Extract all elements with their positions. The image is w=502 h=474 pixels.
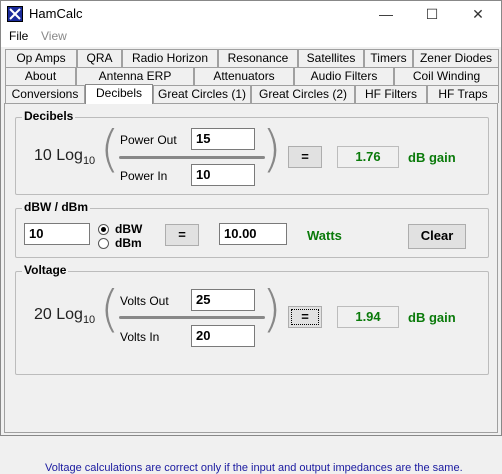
- tab-zener-diodes[interactable]: Zener Diodes: [413, 49, 499, 67]
- voltage-group-title: Voltage: [22, 263, 69, 277]
- power-in-label: Power In: [120, 169, 168, 183]
- voltage-group: Voltage 20 Log10 ( Volts Out 25 Volts In…: [15, 263, 489, 375]
- tab-about[interactable]: About: [5, 67, 76, 85]
- power-out-label: Power Out: [120, 133, 177, 147]
- voltage-open-paren: (: [100, 280, 120, 338]
- watts-label: Watts: [307, 228, 342, 243]
- dbw-group-title: dBW / dBm: [22, 200, 90, 214]
- tab-hf-traps[interactable]: HF Traps: [427, 85, 499, 103]
- minimize-button[interactable]: —: [363, 1, 409, 27]
- tab-qra[interactable]: QRA: [77, 49, 122, 67]
- tab-coil-winding[interactable]: Coil Winding: [394, 67, 499, 85]
- menu-file[interactable]: File: [9, 29, 28, 43]
- maximize-button[interactable]: ☐: [409, 1, 455, 27]
- voltage-close-paren: ): [262, 280, 282, 338]
- voltage-result: 1.94: [337, 306, 399, 328]
- tab-great-circles-2[interactable]: Great Circles (2): [251, 85, 355, 103]
- volts-in-label: Volts In: [120, 330, 160, 344]
- decibels-unit: dB gain: [408, 150, 456, 165]
- decibels-group: Decibels 10 Log10 ( Power Out 15 Power I…: [15, 109, 489, 195]
- formula-prefix: 10 Log: [34, 147, 83, 164]
- tab-decibels[interactable]: Decibels: [85, 84, 153, 104]
- volts-out-input[interactable]: 25: [191, 289, 255, 311]
- watts-input[interactable]: 10.00: [219, 223, 287, 245]
- tab-attenuators[interactable]: Attenuators: [194, 67, 294, 85]
- tab-great-circles-1[interactable]: Great Circles (1): [153, 85, 251, 103]
- voltage-equals-button[interactable]: =: [288, 306, 322, 328]
- tab-satellites[interactable]: Satellites: [298, 49, 364, 67]
- voltage-formula-subscript: 10: [82, 314, 96, 327]
- tab-radio-horizon[interactable]: Radio Horizon: [122, 49, 218, 67]
- window-title: HamCalc: [29, 6, 83, 21]
- voltage-formula-prefix: 20 Log: [34, 306, 83, 323]
- clear-button[interactable]: Clear: [408, 224, 466, 249]
- close-button[interactable]: ✕: [455, 1, 501, 27]
- formula-subscript: 10: [82, 155, 96, 168]
- tab-resonance[interactable]: Resonance: [218, 49, 298, 67]
- close-paren: ): [262, 120, 282, 178]
- menu-bar: File View: [1, 27, 501, 47]
- voltage-fraction-bar: [119, 316, 265, 319]
- voltage-unit: dB gain: [408, 310, 456, 325]
- tab-conversions[interactable]: Conversions: [5, 85, 85, 103]
- power-in-input[interactable]: 10: [191, 164, 255, 186]
- decibels-result: 1.76: [337, 146, 399, 168]
- power-out-input[interactable]: 15: [191, 128, 255, 150]
- dbw-radio-label: dBW: [115, 222, 143, 236]
- volts-out-label: Volts Out: [120, 294, 169, 308]
- tab-op-amps[interactable]: Op Amps: [5, 49, 77, 67]
- dbw-group: dBW / dBm 10 dBW dBm = 10.00 Watts Clear: [15, 200, 489, 258]
- open-paren: (: [100, 120, 120, 178]
- voltage-formula: 20 Log10: [34, 306, 95, 326]
- app-window: HamCalc — ☐ ✕ File View Op Amps QRA Radi…: [0, 0, 502, 474]
- dbw-equals-button[interactable]: =: [165, 224, 199, 246]
- decibels-panel: Decibels 10 Log10 ( Power Out 15 Power I…: [4, 103, 498, 474]
- decibels-equals-button[interactable]: =: [288, 146, 322, 168]
- app-icon: [7, 6, 23, 22]
- dbm-radio-label: dBm: [115, 236, 142, 250]
- title-bar: HamCalc — ☐ ✕: [1, 1, 501, 27]
- dbw-radio[interactable]: [98, 224, 109, 235]
- dbw-input[interactable]: 10: [24, 223, 90, 245]
- fraction-bar: [119, 156, 265, 159]
- menu-view[interactable]: View: [41, 29, 67, 43]
- volts-in-input[interactable]: 20: [191, 325, 255, 347]
- decibels-formula: 10 Log10: [34, 147, 95, 167]
- tab-timers[interactable]: Timers: [364, 49, 413, 67]
- tab-antenna-erp[interactable]: Antenna ERP: [76, 67, 194, 85]
- impedance-note: Voltage calculations are correct only if…: [45, 462, 463, 474]
- tab-hf-filters[interactable]: HF Filters: [355, 85, 427, 103]
- tab-audio-filters[interactable]: Audio Filters: [294, 67, 394, 85]
- dbm-radio[interactable]: [98, 238, 109, 249]
- decibels-group-title: Decibels: [22, 109, 76, 123]
